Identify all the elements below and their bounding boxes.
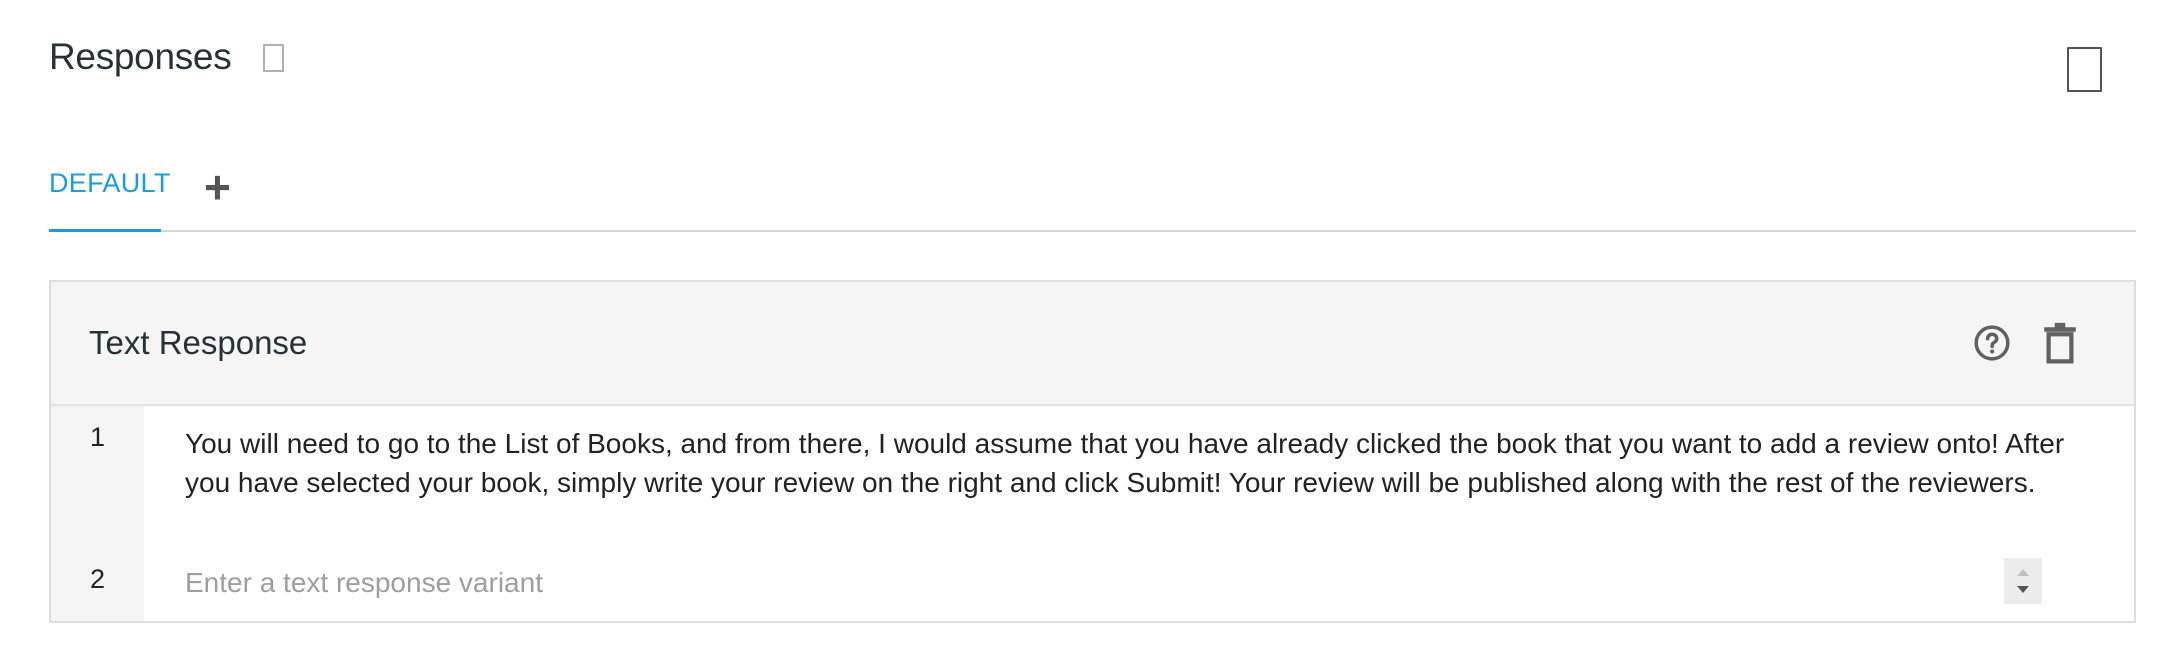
row-number: 1 <box>89 422 106 452</box>
text-response-card: Text Response 1 You will need to go to t… <box>49 280 2136 623</box>
tab-bar: DEFAULT + <box>49 150 2136 232</box>
add-tab-button[interactable]: + <box>204 164 231 210</box>
corner-checkbox[interactable] <box>2067 47 2102 92</box>
resize-stepper-icon[interactable] <box>2004 558 2042 604</box>
title-checkbox[interactable] <box>263 44 284 72</box>
card-header: Text Response <box>51 282 2134 406</box>
delete-icon[interactable] <box>2042 322 2078 364</box>
text-response-variant[interactable]: You will need to go to the List of Books… <box>185 424 2085 502</box>
card-title: Text Response <box>89 324 308 361</box>
help-icon[interactable] <box>1973 324 2011 362</box>
row-number: 2 <box>89 564 106 594</box>
text-response-input[interactable] <box>185 564 2065 602</box>
page-header: Responses <box>49 30 2127 92</box>
tab-default[interactable]: DEFAULT <box>49 168 170 232</box>
page-title: Responses <box>49 36 232 77</box>
